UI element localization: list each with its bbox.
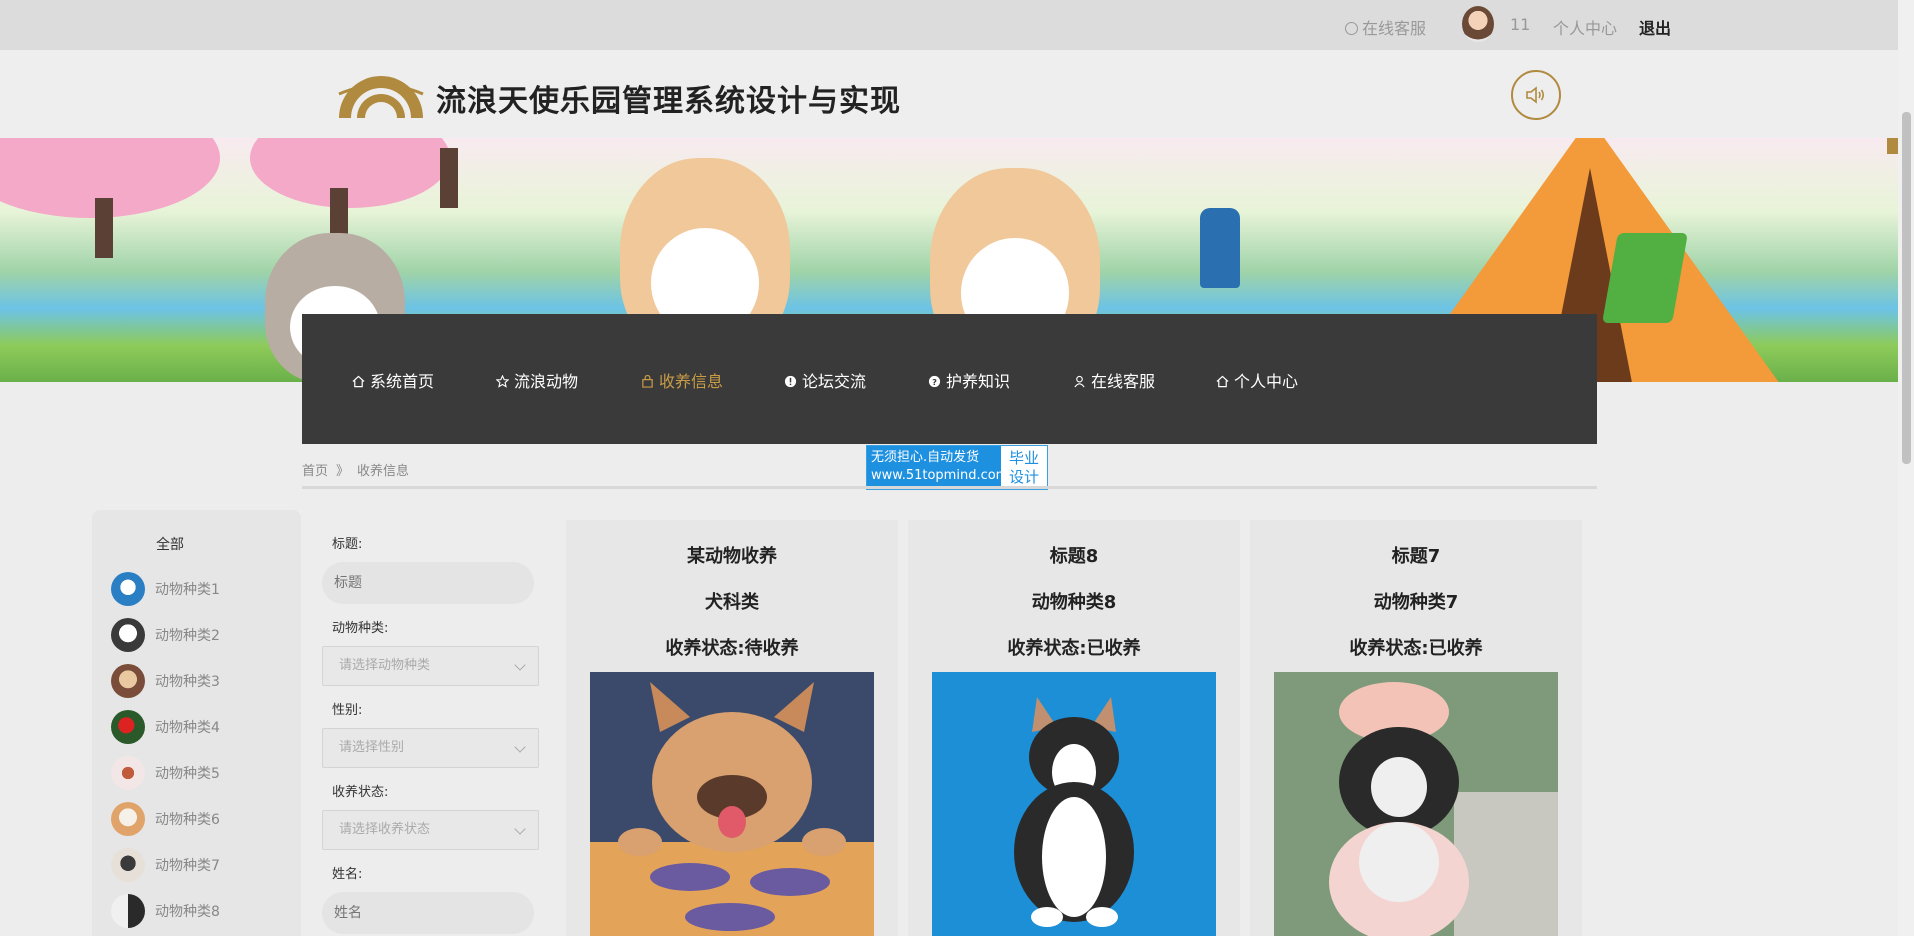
category-item[interactable]: 动物种类3 bbox=[111, 664, 220, 698]
adoption-card[interactable]: 标题8 动物种类8 收养状态:已收养 bbox=[908, 520, 1240, 936]
category-thumb bbox=[111, 664, 145, 698]
breadcrumb-current: 收养信息 bbox=[357, 464, 410, 479]
tree-trunk-decoration bbox=[440, 148, 458, 208]
lantern-decoration bbox=[1200, 208, 1240, 288]
tree-decoration bbox=[250, 138, 450, 208]
personal-center-link[interactable]: 个人中心 bbox=[1553, 15, 1617, 39]
username: 11 bbox=[1510, 15, 1531, 34]
name-filter-input[interactable] bbox=[322, 892, 534, 934]
online-service-link[interactable]: 在线客服 bbox=[1345, 15, 1426, 39]
question-icon: ? bbox=[928, 375, 941, 388]
adoption-card[interactable]: 标题7 动物种类7 收养状态:已收养 bbox=[1250, 520, 1582, 936]
nav-item-stray-animals[interactable]: 流浪动物 bbox=[496, 368, 578, 392]
adoption-card[interactable]: 某动物收养 犬科类 收养状态:待收养 bbox=[566, 520, 898, 936]
site-title: 流浪天使乐园管理系统设计与实现 bbox=[436, 84, 901, 119]
card-species: 动物种类8 bbox=[1031, 592, 1117, 613]
category-thumb bbox=[111, 894, 145, 928]
corgi-photo-image bbox=[932, 672, 1216, 936]
nav-item-personal-center[interactable]: 个人中心 bbox=[1216, 368, 1298, 392]
poodle-photo-image bbox=[1274, 672, 1558, 936]
star-icon bbox=[496, 375, 509, 388]
category-thumb bbox=[111, 756, 145, 790]
site-logo-icon bbox=[338, 76, 424, 118]
category-item[interactable]: 动物种类2 bbox=[111, 618, 220, 652]
category-thumb bbox=[111, 802, 145, 836]
category-item[interactable]: 动物种类1 bbox=[111, 572, 220, 606]
category-item[interactable]: 动物种类7 bbox=[111, 848, 220, 882]
tree-trunk-decoration bbox=[95, 198, 113, 258]
watermark-badge: 无须担心.自动发货 www.51topmind.com 毕业 设计 bbox=[866, 445, 1048, 490]
card-status: 收养状态:已收养 bbox=[1349, 638, 1483, 659]
card-species: 动物种类7 bbox=[1373, 592, 1459, 613]
scrollbar-thumb[interactable] bbox=[1902, 112, 1911, 464]
card-status: 收养状态:待收养 bbox=[665, 638, 799, 659]
sound-toggle-button[interactable] bbox=[1511, 70, 1561, 120]
top-utility-bar: 在线客服 11 个人中心 退出 bbox=[0, 0, 1898, 50]
gender-filter-select[interactable]: 请选择性别 bbox=[322, 728, 539, 768]
category-item[interactable]: 动物种类5 bbox=[111, 756, 220, 790]
card-photo[interactable] bbox=[932, 672, 1216, 936]
species-filter-label: 动物种类: bbox=[332, 621, 389, 636]
category-thumb bbox=[111, 848, 145, 882]
page-scrollbar[interactable] bbox=[1898, 0, 1914, 936]
bag-icon bbox=[642, 375, 653, 388]
category-all[interactable]: 全部 bbox=[156, 534, 184, 554]
category-item[interactable]: 动物种类8 bbox=[111, 894, 220, 928]
status-filter-label: 收养状态: bbox=[332, 785, 389, 800]
chevron-down-icon bbox=[514, 823, 526, 835]
breadcrumb-separator: 》 bbox=[336, 464, 350, 479]
user-icon bbox=[1074, 375, 1085, 388]
scroll-top-tag[interactable] bbox=[1887, 138, 1898, 154]
card-photo[interactable] bbox=[590, 672, 874, 936]
nav-item-online-service[interactable]: 在线客服 bbox=[1073, 368, 1155, 392]
title-filter-input[interactable] bbox=[322, 562, 534, 604]
avatar[interactable] bbox=[1462, 6, 1494, 42]
logout-button[interactable]: 退出 bbox=[1639, 15, 1671, 39]
main-nav: 系统首页 流浪动物 收养信息 论坛交流 ? 护养知识 在线客服 个人中心 bbox=[302, 314, 1597, 444]
card-title: 标题8 bbox=[1049, 546, 1099, 567]
card-status: 收养状态:已收养 bbox=[1007, 638, 1141, 659]
breadcrumb-divider bbox=[302, 486, 1597, 489]
site-header: 流浪天使乐园管理系统设计与实现 bbox=[0, 50, 1898, 138]
bulldog-photo-image bbox=[590, 672, 874, 936]
speaker-icon bbox=[1526, 86, 1545, 104]
user-circle-icon bbox=[1345, 22, 1358, 35]
svg-text:?: ? bbox=[932, 377, 937, 387]
chevron-down-icon bbox=[514, 741, 526, 753]
title-filter-label: 标题: bbox=[332, 537, 363, 552]
nav-item-care-knowledge[interactable]: ? 护养知识 bbox=[928, 368, 1010, 392]
category-item[interactable]: 动物种类6 bbox=[111, 802, 220, 836]
status-filter-select[interactable]: 请选择收养状态 bbox=[322, 810, 539, 850]
breadcrumb: 首页》收养信息 bbox=[302, 460, 409, 479]
chevron-down-icon bbox=[514, 659, 526, 671]
home-icon bbox=[352, 375, 365, 388]
card-title: 标题7 bbox=[1391, 546, 1441, 567]
gender-filter-label: 性别: bbox=[332, 703, 363, 718]
nav-item-forum[interactable]: 论坛交流 bbox=[784, 368, 866, 392]
nav-item-home[interactable]: 系统首页 bbox=[352, 368, 434, 392]
category-item[interactable]: 动物种类4 bbox=[111, 710, 220, 744]
card-title: 某动物收养 bbox=[687, 546, 777, 567]
species-filter-select[interactable]: 请选择动物种类 bbox=[322, 646, 539, 686]
name-filter-label: 姓名: bbox=[332, 867, 363, 882]
category-thumb bbox=[111, 572, 145, 606]
home-icon bbox=[1216, 375, 1229, 388]
category-thumb bbox=[111, 710, 145, 744]
card-photo[interactable] bbox=[1274, 672, 1558, 936]
alert-icon bbox=[784, 375, 797, 388]
breadcrumb-home[interactable]: 首页 bbox=[302, 464, 328, 479]
nav-item-adoption-info[interactable]: 收养信息 bbox=[641, 368, 723, 392]
card-species: 犬科类 bbox=[705, 592, 759, 613]
category-thumb bbox=[111, 618, 145, 652]
